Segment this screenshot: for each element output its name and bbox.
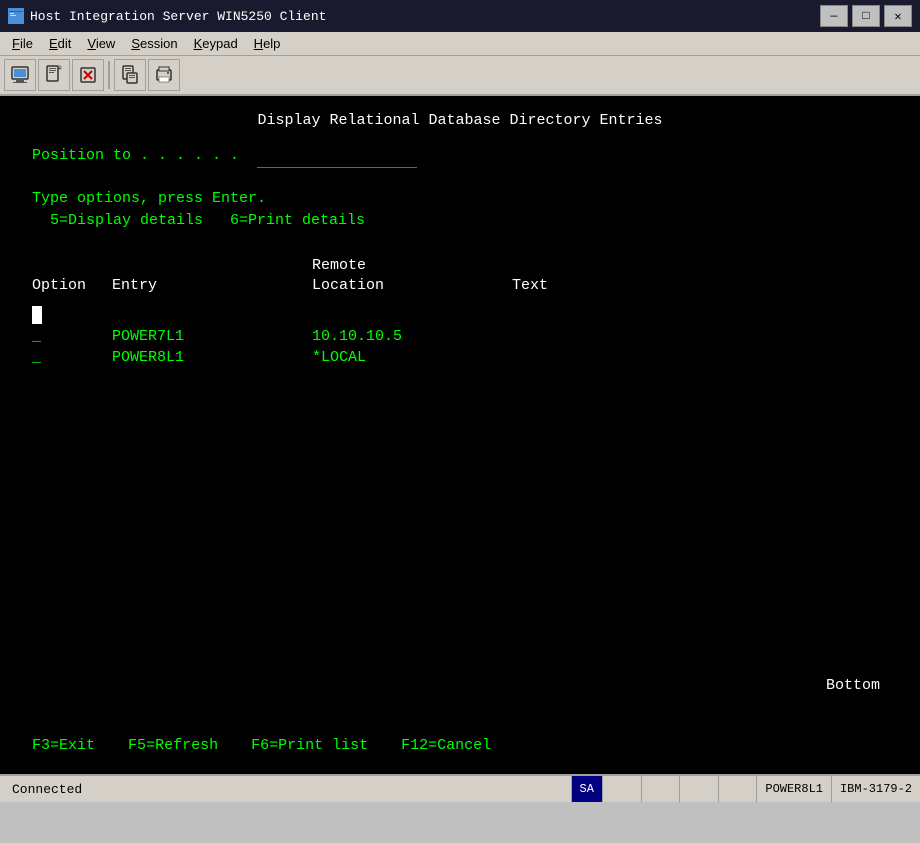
app-icon: [8, 8, 24, 24]
terminal-screen: Display Relational Database Directory En…: [0, 96, 920, 774]
status-seg4: [679, 776, 718, 802]
title-bar: Host Integration Server WIN5250 Client —…: [0, 0, 920, 32]
minimize-button[interactable]: —: [820, 5, 848, 27]
toolbar-btn-1[interactable]: [4, 59, 36, 91]
row2-entry: POWER8L1: [112, 349, 312, 366]
status-server: POWER8L1: [756, 776, 831, 802]
col-header-location: Location: [312, 277, 512, 294]
position-to-row: Position to . . . . . .: [32, 145, 888, 168]
window-controls: — □ ✕: [820, 5, 912, 27]
status-sa: SA: [571, 776, 602, 802]
status-seg3: [641, 776, 680, 802]
col-header-text-label: Text: [512, 277, 548, 294]
menu-keypad[interactable]: Keypad: [186, 34, 246, 53]
fkey-f3-label: =Exit: [50, 737, 95, 754]
instructions-block: Type options, press Enter. 5=Display det…: [32, 188, 888, 233]
maximize-button[interactable]: □: [852, 5, 880, 27]
menu-help[interactable]: Help: [246, 34, 289, 53]
menu-view[interactable]: View: [79, 34, 123, 53]
function-keys-bar: F3=Exit F5=Refresh F6=Print list F12=Can…: [32, 737, 491, 754]
cursor-row: [32, 306, 888, 324]
fkey-f5[interactable]: F5=Refresh: [128, 737, 227, 754]
row1-option: _: [32, 328, 112, 345]
toolbar-btn-3[interactable]: [72, 59, 104, 91]
toolbar-btn-5[interactable]: [148, 59, 180, 91]
bottom-label: Bottom: [826, 677, 880, 694]
row2-location: *LOCAL: [312, 349, 512, 366]
fkey-f12[interactable]: F12=Cancel: [401, 737, 491, 754]
toolbar-btn-4[interactable]: [114, 59, 146, 91]
status-bar: Connected SA POWER8L1 IBM-3179-2: [0, 774, 920, 802]
window-title: Host Integration Server WIN5250 Client: [30, 9, 326, 24]
fkey-f6-key: F6: [251, 737, 269, 754]
column-headers-row2: Option Entry Location Text: [32, 277, 888, 294]
status-model: IBM-3179-2: [831, 776, 920, 802]
col-header-text: [512, 257, 521, 275]
toolbar: [0, 56, 920, 96]
cursor-block: [32, 306, 42, 324]
menu-session[interactable]: Session: [123, 34, 185, 53]
toolbar-btn-2[interactable]: [38, 59, 70, 91]
row1-location: 10.10.10.5: [312, 328, 512, 345]
screen-title: Display Relational Database Directory En…: [32, 112, 888, 129]
row2-option: _: [32, 349, 112, 366]
fkey-f12-label: =Cancel: [428, 737, 491, 754]
fkey-f6[interactable]: F6=Print list: [251, 737, 377, 754]
col-header-remote: Remote: [312, 257, 512, 275]
position-label: Position to . . . . . .: [32, 147, 239, 164]
col-header-spacer2: [112, 257, 312, 275]
fkey-f3[interactable]: F3=Exit: [32, 737, 104, 754]
fkey-f5-label: =Refresh: [146, 737, 218, 754]
col-header-option: Option: [32, 277, 112, 294]
cursor-option: [32, 306, 112, 324]
fkey-f3-key: F3: [32, 737, 50, 754]
fkey-f12-key: F12: [401, 737, 428, 754]
menu-file[interactable]: File: [4, 34, 41, 53]
close-button[interactable]: ✕: [884, 5, 912, 27]
toolbar-separator: [108, 61, 110, 89]
status-seg2: [602, 776, 641, 802]
instructions-line2: 5=Display details 6=Print details: [32, 210, 888, 233]
instructions-line1: Type options, press Enter.: [32, 188, 888, 211]
status-connected: Connected: [0, 782, 571, 797]
fkey-f5-key: F5: [128, 737, 146, 754]
col-header-spacer: [32, 257, 112, 275]
table-row: _ POWER8L1 *LOCAL: [32, 349, 888, 366]
column-headers: Remote: [32, 257, 888, 275]
table-row: _ POWER7L1 10.10.10.5: [32, 328, 888, 345]
menu-edit[interactable]: Edit: [41, 34, 79, 53]
row1-entry: POWER7L1: [112, 328, 312, 345]
col-header-entry: Entry: [112, 277, 312, 294]
fkey-f6-label: =Print list: [269, 737, 368, 754]
status-seg5: [718, 776, 757, 802]
menu-bar: File Edit View Session Keypad Help: [0, 32, 920, 56]
